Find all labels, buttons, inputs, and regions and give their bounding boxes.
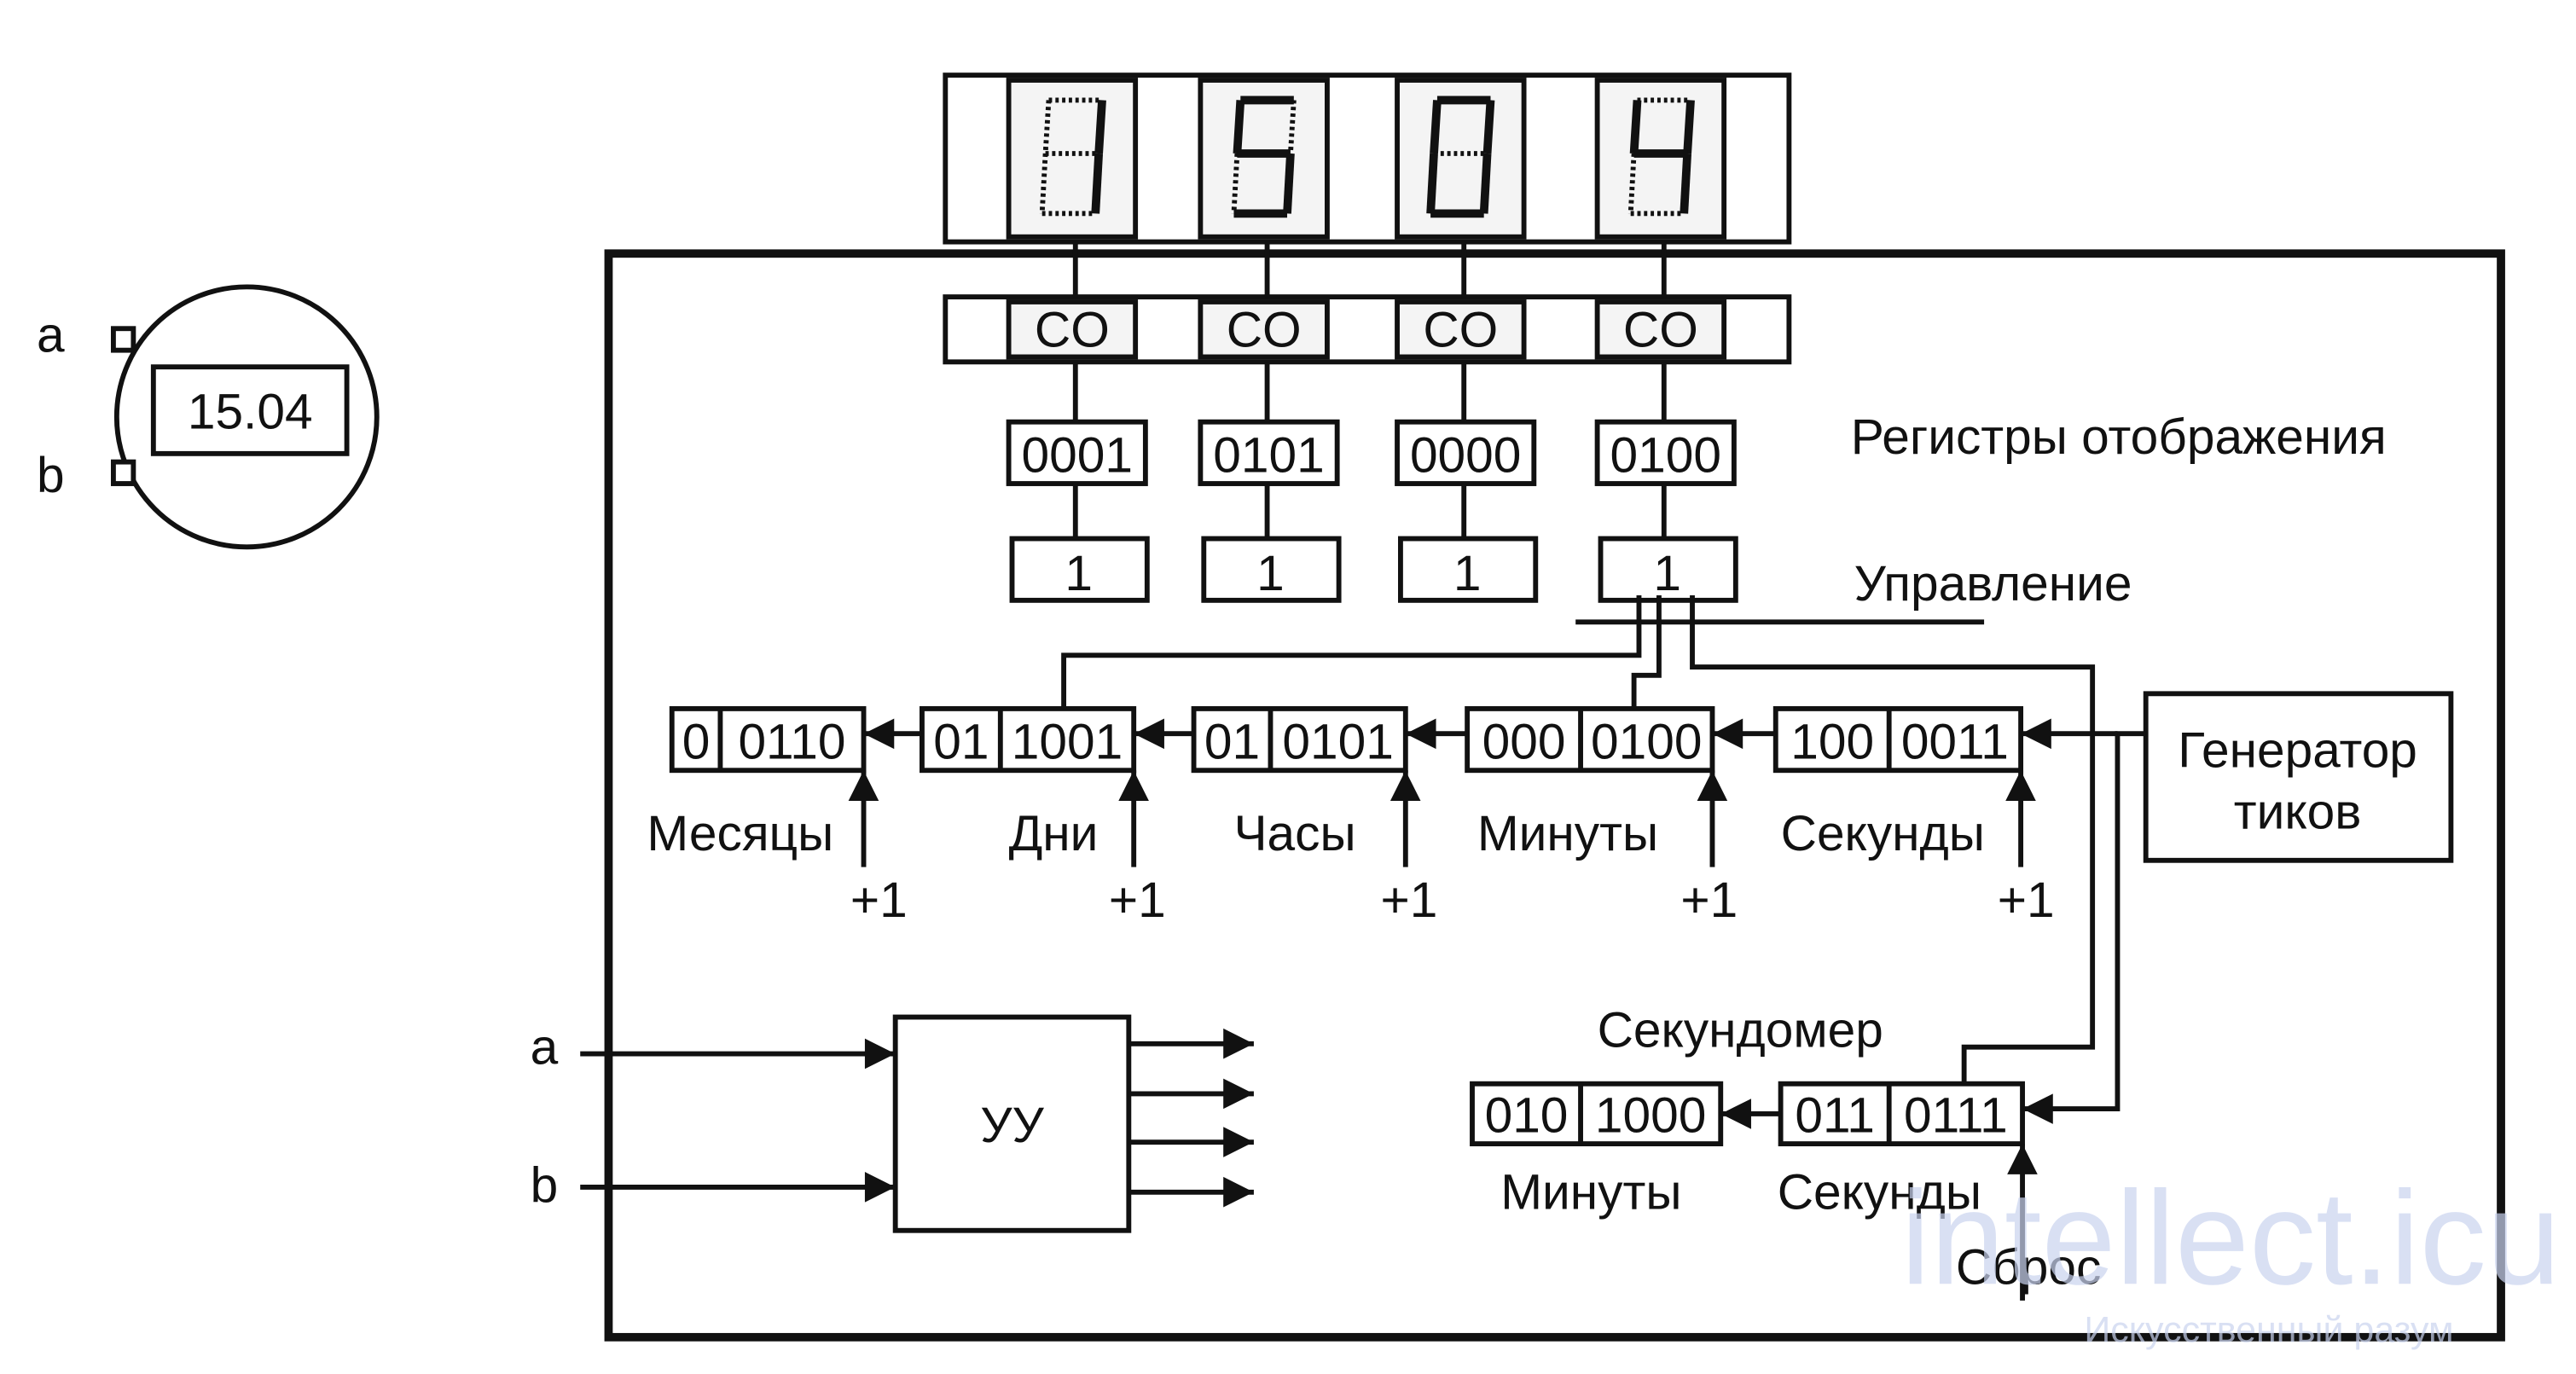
counter-high: 0: [682, 715, 711, 770]
display-register-value: 0100: [1610, 427, 1721, 483]
stopwatch-high: 010: [1485, 1087, 1569, 1143]
segment-c-on: [1479, 153, 1492, 214]
counter-label: Месяцы: [647, 806, 833, 861]
segment-f-on: [1430, 100, 1442, 154]
counter-label: Часы: [1233, 806, 1355, 861]
control-label: Управление: [1854, 556, 2132, 612]
increment-label: +1: [1998, 873, 2055, 928]
decoder-label: CO: [1623, 303, 1698, 358]
watch-button-a-label: a: [37, 308, 65, 363]
segment-b-on: [1094, 100, 1106, 154]
watermark: intellect.icu: [1900, 1163, 2560, 1313]
stopwatch-low: 0111: [1904, 1087, 2008, 1143]
increment-label: +1: [1380, 873, 1437, 928]
decoder-label: CO: [1423, 303, 1498, 358]
display-register-value: 0101: [1213, 427, 1324, 483]
control-bit-value: 1: [1256, 546, 1285, 601]
counter-low: 0100: [1591, 715, 1702, 770]
segment-b-on: [1482, 100, 1495, 154]
segment-b-on: [1683, 100, 1695, 154]
segment-f-on: [1233, 100, 1245, 154]
watch-button-b-label: b: [37, 448, 65, 503]
counter-label: Минуты: [1477, 806, 1658, 861]
display-register-value: 0000: [1410, 427, 1521, 483]
control-bit-value: 1: [1065, 546, 1093, 601]
increment-label: +1: [1109, 873, 1166, 928]
control-bit-value: 1: [1653, 546, 1681, 601]
display-registers-label: Регистры отображения: [1851, 409, 2387, 465]
increment-label: +1: [1680, 873, 1738, 928]
stopwatch-label: Минуты: [1500, 1164, 1681, 1220]
counter-label: Дни: [1009, 806, 1099, 861]
segment-f-on: [1629, 100, 1642, 154]
watch-button-a[interactable]: [110, 326, 136, 353]
control-bit-value: 1: [1453, 546, 1482, 601]
tick-generator-label-1: Генератор: [2178, 722, 2417, 778]
counter-high: 01: [933, 715, 989, 770]
segment-c-on: [1680, 153, 1692, 214]
counter-high: 01: [1204, 715, 1260, 770]
segment-e-on: [1426, 153, 1438, 214]
input-a-label: a: [531, 1019, 559, 1075]
counter-high: 100: [1790, 715, 1874, 770]
decoder-label: CO: [1035, 303, 1110, 358]
watch-display-text: 15.04: [188, 385, 313, 440]
watch-button-b[interactable]: [110, 459, 136, 486]
counter-high: 000: [1482, 715, 1566, 770]
watch: a b 15.04: [37, 284, 380, 550]
stopwatch-high: 011: [1795, 1087, 1874, 1143]
tick-generator-label-2: тиков: [2234, 785, 2362, 840]
decoder-label: CO: [1227, 303, 1302, 358]
segment-c-on: [1283, 153, 1295, 214]
counter-label: Секунды: [1781, 806, 1985, 861]
counter-low: 0011: [1901, 715, 2009, 770]
increment-label: +1: [850, 873, 908, 928]
control-unit-label: УУ: [980, 1098, 1044, 1153]
segment-c-on: [1091, 153, 1104, 214]
counter-low: 1001: [1012, 715, 1123, 770]
watermark-sub: Искусственный разум: [2084, 1310, 2453, 1351]
counter-low: 0101: [1282, 715, 1393, 770]
stopwatch-low: 1000: [1595, 1087, 1706, 1143]
display-register-value: 0001: [1022, 427, 1133, 483]
stopwatch-label: Секундомер: [1598, 1003, 1883, 1058]
digital-watch-diagram: a b 15.04 CO00011CO01011CO00001CO010010 0…: [37, 72, 2561, 1351]
input-b-label: b: [531, 1158, 559, 1214]
counter-low: 0110: [738, 715, 845, 770]
